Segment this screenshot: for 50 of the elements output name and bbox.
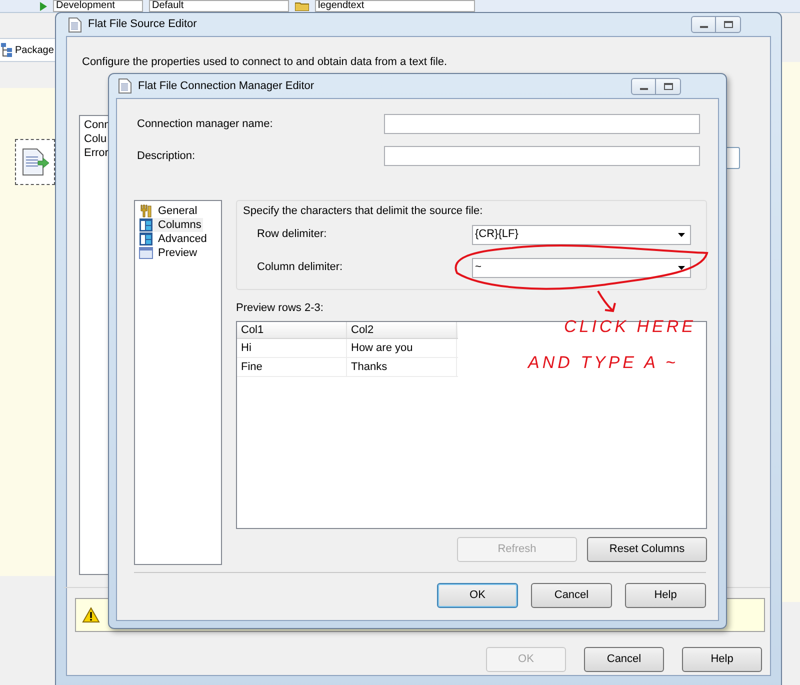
- description-text: Configure the properties used to connect to and obtain data from a text file.: [82, 55, 448, 70]
- play-icon: [40, 2, 47, 10]
- minimize-button[interactable]: [631, 78, 656, 94]
- field-label: Description:: [136, 148, 196, 164]
- page-list-item[interactable]: Advanced: [139, 232, 209, 246]
- delimiter-dropdown[interactable]: {CR}{LF}: [472, 224, 691, 244]
- dialog-button[interactable]: Cancel: [531, 583, 612, 608]
- dialog-button[interactable]: Help: [682, 647, 762, 672]
- delimiter-dropdown[interactable]: ~: [472, 258, 691, 278]
- minimize-button[interactable]: [691, 16, 716, 33]
- dialog-button[interactable]: Reset Columns: [587, 536, 707, 562]
- dropdown-arrow-icon: [678, 232, 685, 236]
- window-icon: [139, 246, 153, 260]
- dialog-button[interactable]: Help: [625, 583, 706, 608]
- column-header[interactable]: Col2: [347, 322, 457, 338]
- handwritten-note: CLICK HERE: [564, 316, 696, 338]
- text-field[interactable]: [384, 114, 700, 134]
- field-label: Connection manager name:: [136, 116, 274, 132]
- table-cell: Hi: [237, 338, 347, 356]
- preview-label: Preview rows 2-3:: [236, 301, 324, 316]
- field-label: Column delimiter:: [256, 260, 344, 276]
- page-list-item[interactable]: Preview: [139, 246, 200, 260]
- tools-icon: [139, 204, 153, 218]
- configuration-dropdown[interactable]: Development: [53, 0, 143, 12]
- platform-dropdown[interactable]: Default: [149, 0, 289, 12]
- document-arrow-icon: [21, 147, 49, 177]
- dialog-button[interactable]: OK: [437, 583, 518, 608]
- grid-icon: [139, 232, 153, 246]
- window-title: Flat File Connection Manager Editor: [138, 78, 314, 94]
- handwritten-note: AND TYPE A ~: [528, 352, 678, 374]
- document-icon: [118, 78, 132, 94]
- page-list-item[interactable]: Columns: [139, 218, 204, 232]
- table-cell: Fine: [237, 358, 347, 376]
- table-cell: Thanks: [347, 358, 457, 376]
- text-field[interactable]: [384, 146, 700, 166]
- dropdown-arrow-icon: [678, 266, 685, 270]
- maximize-button[interactable]: [656, 78, 681, 94]
- column-header[interactable]: Col1: [237, 322, 347, 338]
- document-icon: [68, 16, 82, 32]
- project-dropdown[interactable]: legendtext: [315, 0, 475, 12]
- table-cell: How are you: [347, 338, 457, 356]
- page-list-item[interactable]: General: [139, 204, 200, 218]
- hierarchy-icon: [1, 43, 13, 57]
- dialog-button[interactable]: Cancel: [584, 647, 664, 672]
- field-label: Row delimiter:: [256, 227, 328, 242]
- warning-icon: [82, 607, 100, 623]
- group-heading: Specify the characters that delimit the source file:: [243, 204, 484, 219]
- window-title: Flat File Source Editor: [88, 17, 197, 32]
- grid-icon: [139, 218, 153, 232]
- maximize-button[interactable]: [716, 16, 741, 33]
